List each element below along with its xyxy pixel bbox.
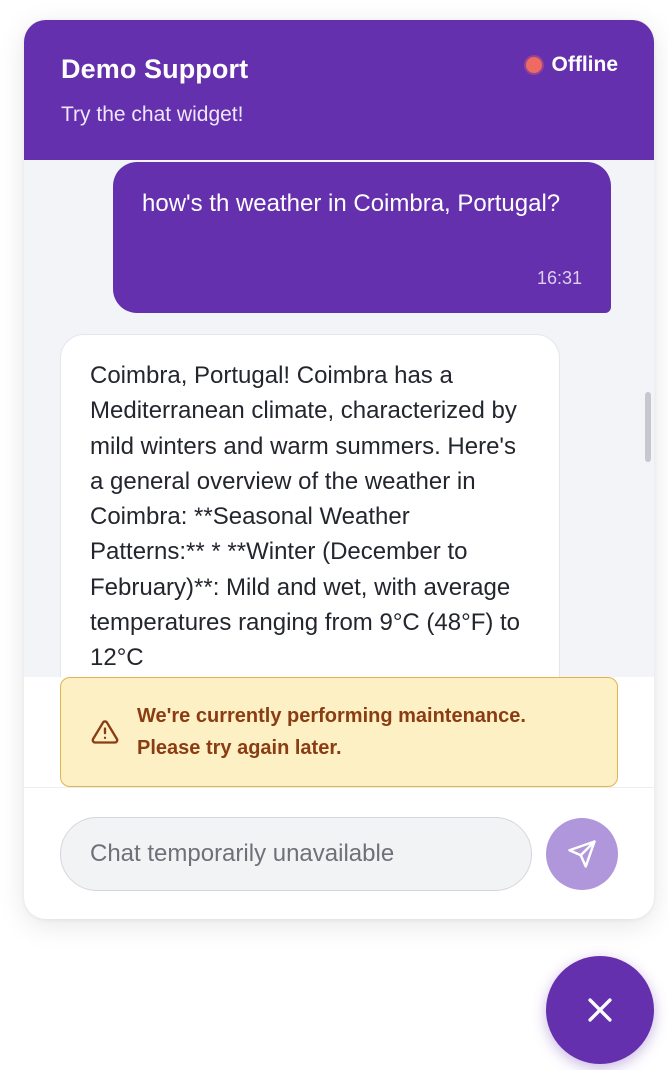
- composer-divider: [24, 787, 654, 788]
- status-label: Offline: [551, 53, 619, 76]
- send-button[interactable]: [546, 818, 618, 890]
- close-chat-button[interactable]: [546, 956, 654, 1064]
- status-dot-icon: [525, 57, 542, 73]
- maintenance-notice: We're currently performing maintenance. …: [60, 677, 618, 787]
- message-list[interactable]: how's th weather in Coimbra, Portugal? 1…: [24, 160, 654, 677]
- notice-line-1: We're currently performing maintenance.: [137, 705, 526, 727]
- notice-text: We're currently performing maintenance. …: [137, 700, 526, 764]
- close-icon: [588, 998, 612, 1022]
- header-subtitle: Try the chat widget!: [61, 103, 244, 126]
- chat-widget: Demo Support Try the chat widget! Offlin…: [24, 20, 654, 919]
- header-title: Demo Support: [61, 54, 249, 84]
- notice-line-2: Please try again later.: [137, 737, 342, 759]
- user-message-time: 16:31: [536, 268, 582, 288]
- status-indicator: Offline: [525, 53, 619, 77]
- bot-message-text: Coimbra, Portugal! Coimbra has a Mediter…: [90, 362, 521, 672]
- message-scrollbar[interactable]: [645, 392, 651, 462]
- chat-header: Demo Support Try the chat widget! Offlin…: [24, 20, 654, 160]
- bot-message: Coimbra, Portugal! Coimbra has a Mediter…: [60, 334, 560, 677]
- warning-icon: [91, 720, 119, 744]
- send-icon: [568, 840, 596, 868]
- message-input[interactable]: [60, 817, 532, 891]
- user-message-text: how's th weather in Coimbra, Portugal?: [142, 190, 561, 217]
- user-message: how's th weather in Coimbra, Portugal? 1…: [113, 162, 611, 313]
